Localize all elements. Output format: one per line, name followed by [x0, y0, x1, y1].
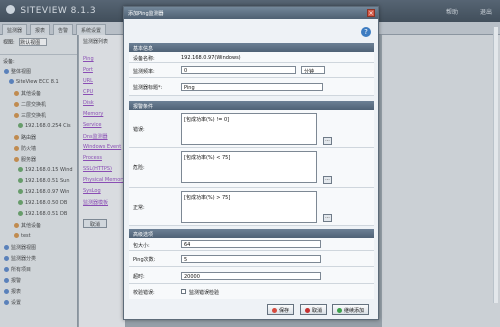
dialog-cancel-button[interactable]: 取消 — [300, 304, 328, 315]
error-row: 错误: [包成功率(%) != 0] ... — [129, 110, 374, 148]
title-row: 监测器标题*: Ping — [129, 78, 374, 96]
packet-size-label: 包大小: — [133, 243, 150, 249]
warning-label: 危险: — [133, 165, 145, 171]
monitor-title-input[interactable]: Ping — [181, 83, 323, 91]
dialog-title: 添加Ping监测器 — [124, 7, 378, 19]
warning-edit-button[interactable]: ... — [323, 176, 332, 184]
normal-row: 正常: [包成功率(%) > 75] ... — [129, 188, 374, 226]
frequency-input[interactable]: 0 — [181, 66, 296, 74]
save-button[interactable]: 保存 — [267, 304, 295, 315]
verify-error-label: 校验错误: — [133, 290, 155, 296]
ping-count-row: Ping次数: 5 — [129, 251, 374, 267]
verify-error-checkbox[interactable] — [181, 289, 186, 294]
error-condition[interactable]: [包成功率(%) != 0] — [181, 113, 317, 145]
cancel-icon — [305, 308, 310, 313]
device-row: 设备名称: 192.168.0.97(Windows) — [129, 52, 374, 63]
frequency-label: 监测频率: — [133, 69, 155, 75]
add-icon — [337, 308, 342, 313]
help-icon[interactable]: ? — [361, 27, 371, 37]
warning-row: 危险: [包成功率(%) < 75] ... — [129, 148, 374, 188]
packet-size-row: 包大小: 64 — [129, 238, 374, 251]
normal-edit-button[interactable]: ... — [323, 214, 332, 222]
monitor-title-label: 监测器标题*: — [133, 85, 163, 91]
normal-condition[interactable]: [包成功率(%) > 75] — [181, 191, 317, 223]
device-name-value: 192.168.0.97(Windows) — [181, 55, 241, 61]
add-ping-monitor-dialog: 添加Ping监测器 × ? 基本信息 设备名称: 192.168.0.97(Wi… — [123, 6, 498, 320]
verify-error-row: 校验错误: 监测错误检验 — [129, 284, 374, 299]
continue-add-button[interactable]: 继续添加 — [332, 304, 370, 315]
packet-size-input[interactable]: 64 — [181, 240, 321, 248]
timeout-row: 超时: 20000 — [129, 267, 374, 284]
frequency-unit-select[interactable]: 分钟 — [301, 66, 325, 74]
normal-label: 正常: — [133, 205, 145, 211]
save-icon — [272, 308, 277, 313]
advanced-section: 高级选项 — [129, 229, 374, 238]
frequency-row: 监测频率: 0 分钟 — [129, 63, 374, 78]
close-icon[interactable]: × — [367, 9, 375, 17]
dialog-scrollbar[interactable] — [493, 27, 498, 303]
error-label: 错误: — [133, 127, 145, 133]
device-name-label: 设备名称: — [133, 56, 155, 62]
ping-count-label: Ping次数: — [133, 257, 156, 263]
timeout-input[interactable]: 20000 — [181, 272, 321, 280]
verify-error-text: 监测错误检验 — [189, 290, 220, 296]
error-edit-button[interactable]: ... — [323, 137, 332, 145]
timeout-label: 超时: — [133, 274, 145, 280]
basic-info-section: 基本信息 — [129, 43, 374, 52]
alert-condition-section: 报警条件 — [129, 101, 374, 110]
ping-count-input[interactable]: 5 — [181, 255, 321, 263]
warning-condition[interactable]: [包成功率(%) < 75] — [181, 151, 317, 183]
